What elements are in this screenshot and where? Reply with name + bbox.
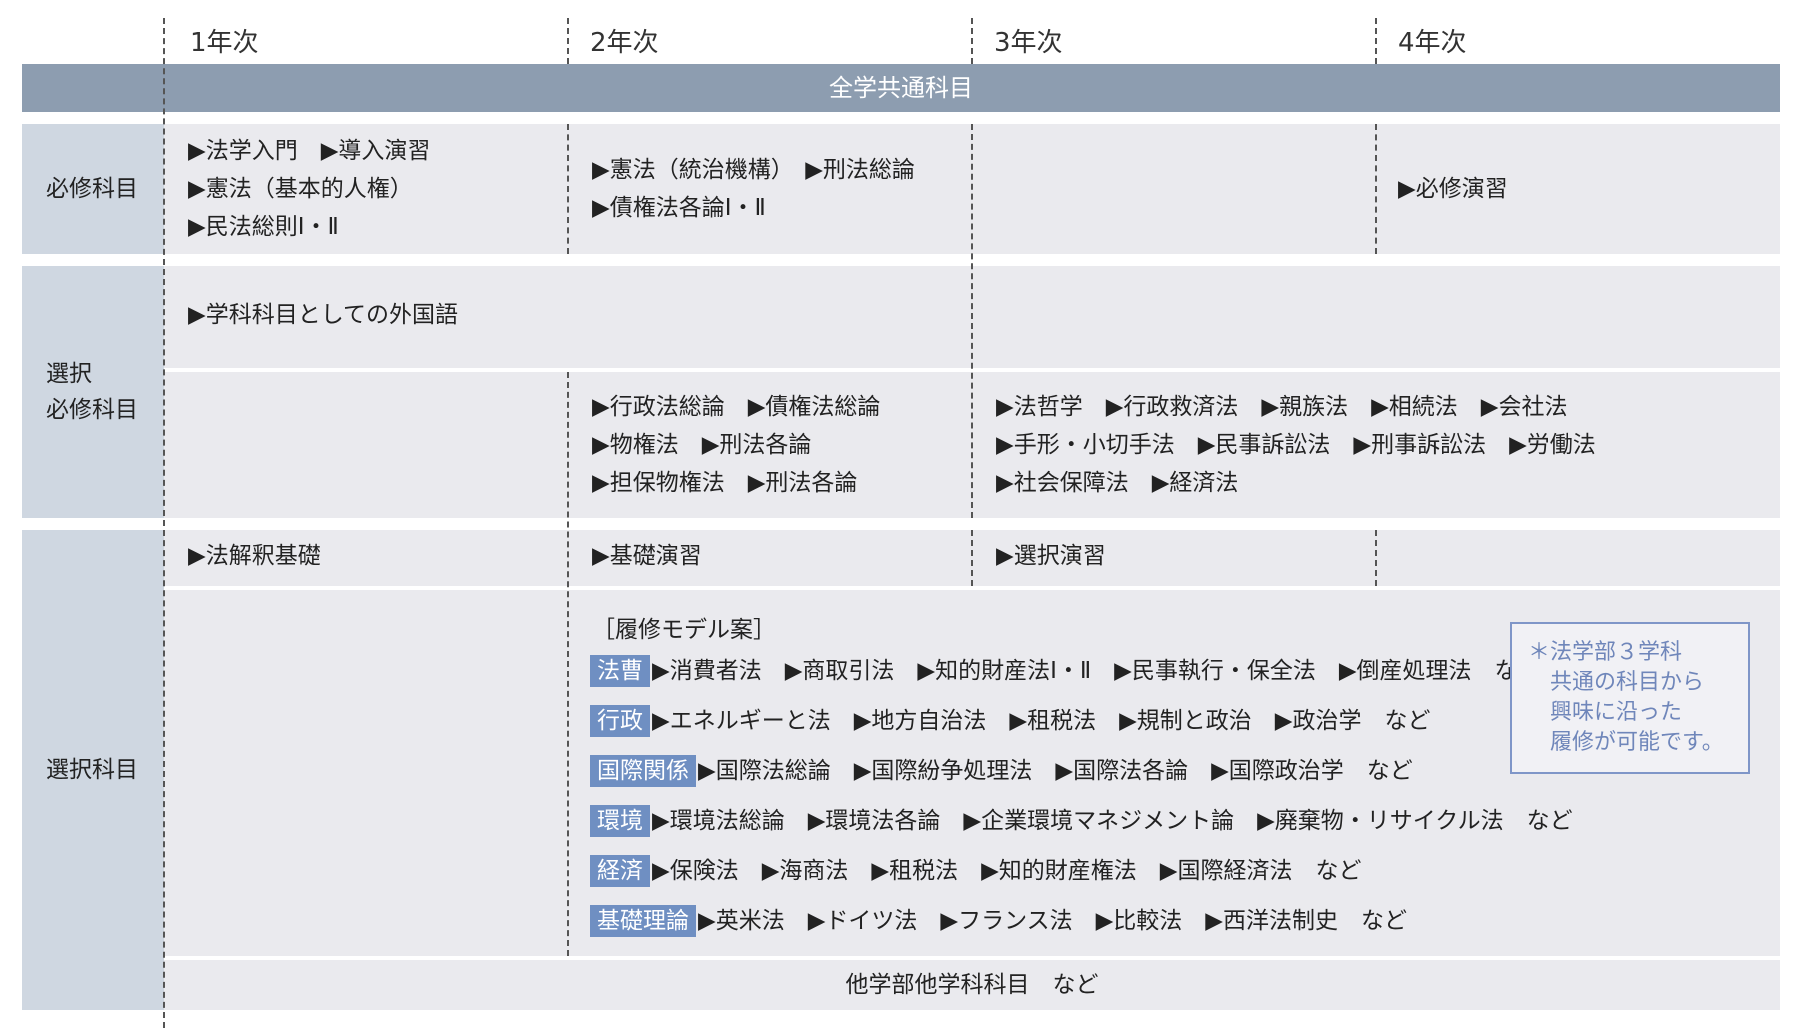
elective-y1: ▶法解釈基礎 xyxy=(188,543,321,569)
column-divider-3-seminar xyxy=(971,530,973,586)
list-item: ▶憲法（統治機構） ▶刑法総論 xyxy=(592,157,915,183)
model-course-list: 法曹 ▶消費者法 ▶商取引法 ▶知的財産法Ⅰ・Ⅱ ▶民事執行・保全法 ▶倒産処理法… xyxy=(590,652,1573,952)
column-divider-4-required xyxy=(1375,124,1377,254)
row-label-elective-text: 選択科目 xyxy=(46,757,138,783)
note-box: ＊法学部３学科 共通の科目から 興味に沿った 履修が可能です。 xyxy=(1510,622,1750,774)
list-item: ▶物権法 ▶刑法各論 xyxy=(592,432,812,458)
foreign-language-text: ▶学科科目としての外国語 xyxy=(188,302,458,328)
model-tag: 経済 xyxy=(590,855,650,887)
year-header-3: 3年次 xyxy=(994,28,1063,58)
row-label-selective-required: 選択 必修科目 xyxy=(22,266,164,518)
row-label-elective: 選択科目 xyxy=(22,530,164,1010)
model-item-kokusai: 国際関係 ▶国際法総論 ▶国際紛争処理法 ▶国際法各論 ▶国際政治学 など xyxy=(590,752,1573,802)
year-header-2: 2年次 xyxy=(590,28,659,58)
model-item-kiso: 基礎理論 ▶英米法 ▶ドイツ法 ▶フランス法 ▶比較法 ▶西洋法制史 など xyxy=(590,902,1573,952)
required-y4-list: ▶必修演習 xyxy=(1398,170,1508,208)
column-divider-3-upper xyxy=(971,124,973,518)
column-divider-4-seminar xyxy=(1375,530,1377,586)
model-tag: 国際関係 xyxy=(590,755,696,787)
list-item: ▶債権法各論Ⅰ・Ⅱ xyxy=(592,195,766,221)
model-tag: 法曹 xyxy=(590,655,650,687)
model-item-keizai: 経済 ▶保険法 ▶海商法 ▶租税法 ▶知的財産権法 ▶国際経済法 など xyxy=(590,852,1573,902)
model-course-title: ［履修モデル案］ xyxy=(592,617,776,643)
model-item-kankyo: 環境 ▶環境法総論 ▶環境法各論 ▶企業環境マネジメント論 ▶廃棄物・リサイクル法… xyxy=(590,802,1573,852)
row-label-required: 必修科目 xyxy=(22,124,164,254)
column-divider-3-header xyxy=(971,18,973,64)
row-label-selective-line2: 必修科目 xyxy=(46,397,138,423)
year-header-1: 1年次 xyxy=(190,28,259,58)
year-header-4: 4年次 xyxy=(1398,28,1467,58)
model-tag: 基礎理論 xyxy=(590,905,696,937)
list-item: ▶行政法総論 ▶債権法総論 xyxy=(592,394,881,420)
note-line: 共通の科目から xyxy=(1528,670,1705,695)
list-item: ▶担保物権法 ▶刑法各論 xyxy=(592,470,858,496)
column-divider-1 xyxy=(163,18,165,1028)
model-text: ▶英米法 ▶ドイツ法 ▶フランス法 ▶比較法 ▶西洋法制史 など xyxy=(698,908,1407,934)
selective-required-y2-list: ▶行政法総論 ▶債権法総論 ▶物権法 ▶刑法各論 ▶担保物権法 ▶刑法各論 xyxy=(592,388,880,502)
model-tag: 環境 xyxy=(590,805,650,837)
model-text: ▶国際法総論 ▶国際紛争処理法 ▶国際法各論 ▶国際政治学 など xyxy=(698,758,1413,784)
model-item-hoso: 法曹 ▶消費者法 ▶商取引法 ▶知的財産法Ⅰ・Ⅱ ▶民事執行・保全法 ▶倒産処理法… xyxy=(590,652,1573,702)
model-item-gyosei: 行政 ▶エネルギーと法 ▶地方自治法 ▶租税法 ▶規制と政治 ▶政治学 など xyxy=(590,702,1573,752)
model-text: ▶保険法 ▶海商法 ▶租税法 ▶知的財産権法 ▶国際経済法 など xyxy=(652,858,1362,884)
note-line: 履修が可能です。 xyxy=(1528,730,1724,755)
model-text: ▶エネルギーと法 ▶地方自治法 ▶租税法 ▶規制と政治 ▶政治学 など xyxy=(652,708,1431,734)
row-label-selective-line1: 選択 xyxy=(46,361,92,387)
column-divider-2-required xyxy=(567,124,569,254)
model-tag: 行政 xyxy=(590,705,650,737)
other-faculty-text: 他学部他学科科目 など xyxy=(845,972,1099,998)
list-item: ▶民法総則Ⅰ・Ⅱ xyxy=(188,214,339,240)
model-text: ▶消費者法 ▶商取引法 ▶知的財産法Ⅰ・Ⅱ ▶民事執行・保全法 ▶倒産処理法 な… xyxy=(652,658,1541,684)
list-item: ▶法学入門 ▶導入演習 xyxy=(188,138,431,164)
row-label-required-text: 必修科目 xyxy=(46,176,138,202)
common-subjects-band: 全学共通科目 xyxy=(22,64,1780,112)
model-text: ▶環境法総論 ▶環境法各論 ▶企業環境マネジメント論 ▶廃棄物・リサイクル法 な… xyxy=(652,808,1573,834)
list-item: ▶憲法（基本的人権） xyxy=(188,176,413,202)
required-y1-list: ▶法学入門 ▶導入演習 ▶憲法（基本的人権） ▶民法総則Ⅰ・Ⅱ xyxy=(188,132,430,246)
selective-required-y34-list: ▶法哲学 ▶行政救済法 ▶親族法 ▶相続法 ▶会社法 ▶手形・小切手法 ▶民事訴… xyxy=(996,388,1596,502)
list-item: ▶必修演習 xyxy=(1398,176,1508,202)
column-divider-4-header xyxy=(1375,18,1377,64)
column-divider-2-header xyxy=(567,18,569,64)
note-line: ＊法学部３学科 xyxy=(1528,640,1683,665)
required-y2-list: ▶憲法（統治機構） ▶刑法総論 ▶債権法各論Ⅰ・Ⅱ xyxy=(592,151,915,227)
list-item: ▶手形・小切手法 ▶民事訴訟法 ▶刑事訴訟法 ▶労働法 xyxy=(996,432,1596,458)
note-line: 興味に沿った xyxy=(1528,700,1683,725)
column-divider-2-lower xyxy=(567,372,569,956)
list-item: ▶社会保障法 ▶経済法 xyxy=(996,470,1239,496)
list-item: ▶法哲学 ▶行政救済法 ▶親族法 ▶相続法 ▶会社法 xyxy=(996,394,1568,420)
elective-y2: ▶基礎演習 xyxy=(592,543,702,569)
elective-y3: ▶選択演習 xyxy=(996,543,1106,569)
